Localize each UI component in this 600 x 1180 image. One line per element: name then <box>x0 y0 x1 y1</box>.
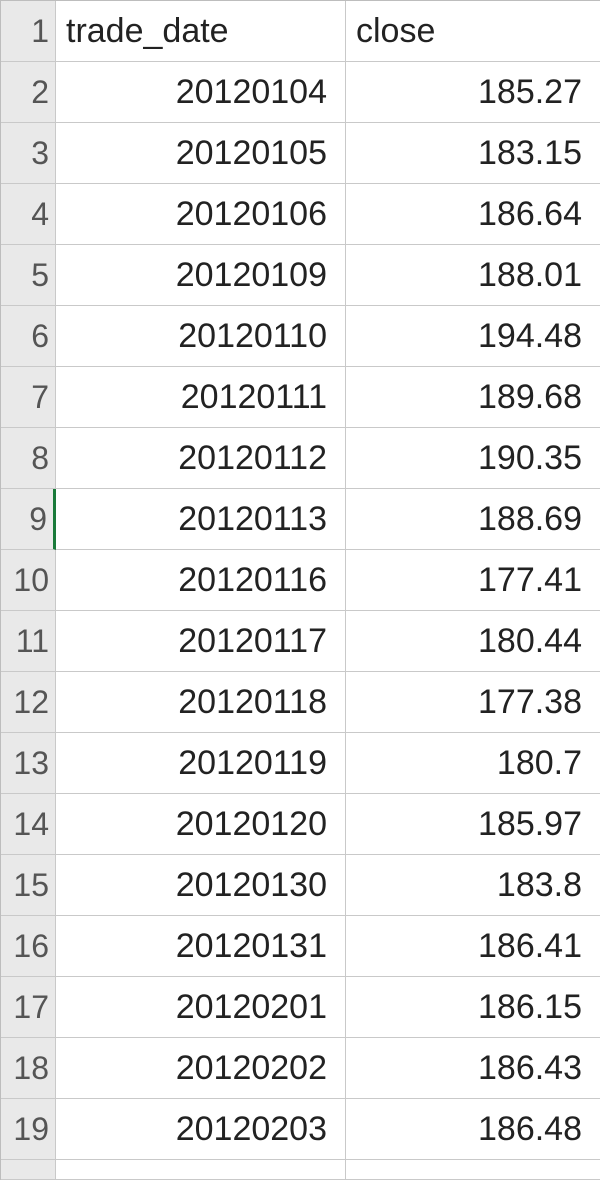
cell-trade-date[interactable]: 20120112 <box>56 428 346 489</box>
row-number[interactable]: 17 <box>1 977 56 1038</box>
cell-trade-date[interactable]: 20120203 <box>56 1099 346 1160</box>
cell-close[interactable]: 186.48 <box>346 1099 600 1160</box>
cell-trade-date[interactable]: 20120202 <box>56 1038 346 1099</box>
cell-close[interactable]: 186.41 <box>346 916 600 977</box>
cell-trade-date[interactable]: 20120106 <box>56 184 346 245</box>
cell-trade-date[interactable]: 20120104 <box>56 62 346 123</box>
cell-close[interactable]: 190.35 <box>346 428 600 489</box>
cell-close[interactable]: 189.68 <box>346 367 600 428</box>
row-number[interactable]: 5 <box>1 245 56 306</box>
row-number[interactable]: 10 <box>1 550 56 611</box>
row-number[interactable]: 4 <box>1 184 56 245</box>
cell-trade-date[interactable]: 20120105 <box>56 123 346 184</box>
partial-row <box>346 1160 600 1180</box>
cell-close[interactable]: 186.43 <box>346 1038 600 1099</box>
column-header[interactable]: trade_date <box>56 1 346 62</box>
cell-trade-date[interactable]: 20120113 <box>56 489 346 550</box>
spreadsheet-grid[interactable]: 1trade_dateclose 220120104185.27 320120105… <box>0 0 600 1180</box>
cell-trade-date[interactable]: 20120120 <box>56 794 346 855</box>
partial-row <box>56 1160 346 1180</box>
row-number[interactable]: 11 <box>1 611 56 672</box>
cell-close[interactable]: 183.15 <box>346 123 600 184</box>
cell-close[interactable]: 177.38 <box>346 672 600 733</box>
row-number[interactable]: 9 <box>1 489 56 550</box>
cell-close[interactable]: 185.97 <box>346 794 600 855</box>
cell-close[interactable]: 186.15 <box>346 977 600 1038</box>
cell-trade-date[interactable]: 20120111 <box>56 367 346 428</box>
cell-trade-date[interactable]: 20120119 <box>56 733 346 794</box>
cell-trade-date[interactable]: 20120109 <box>56 245 346 306</box>
cell-close[interactable]: 194.48 <box>346 306 600 367</box>
cell-trade-date[interactable]: 20120116 <box>56 550 346 611</box>
column-header[interactable]: close <box>346 1 600 62</box>
cell-close[interactable]: 180.44 <box>346 611 600 672</box>
cell-close[interactable]: 188.69 <box>346 489 600 550</box>
cell-close[interactable]: 185.27 <box>346 62 600 123</box>
row-number[interactable]: 2 <box>1 62 56 123</box>
cell-close[interactable]: 177.41 <box>346 550 600 611</box>
row-number[interactable]: 8 <box>1 428 56 489</box>
row-number[interactable]: 12 <box>1 672 56 733</box>
cell-close[interactable]: 180.7 <box>346 733 600 794</box>
row-number[interactable]: 1 <box>1 1 56 62</box>
partial-row <box>1 1160 56 1180</box>
row-number[interactable]: 19 <box>1 1099 56 1160</box>
cell-trade-date[interactable]: 20120131 <box>56 916 346 977</box>
row-number[interactable]: 16 <box>1 916 56 977</box>
cell-trade-date[interactable]: 20120130 <box>56 855 346 916</box>
row-number[interactable]: 13 <box>1 733 56 794</box>
cell-close[interactable]: 188.01 <box>346 245 600 306</box>
row-number[interactable]: 7 <box>1 367 56 428</box>
row-number[interactable]: 15 <box>1 855 56 916</box>
row-number[interactable]: 3 <box>1 123 56 184</box>
cell-close[interactable]: 186.64 <box>346 184 600 245</box>
cell-trade-date[interactable]: 20120201 <box>56 977 346 1038</box>
cell-trade-date[interactable]: 20120118 <box>56 672 346 733</box>
cell-close[interactable]: 183.8 <box>346 855 600 916</box>
cell-trade-date[interactable]: 20120110 <box>56 306 346 367</box>
row-number[interactable]: 6 <box>1 306 56 367</box>
cell-trade-date[interactable]: 20120117 <box>56 611 346 672</box>
row-number[interactable]: 14 <box>1 794 56 855</box>
row-number[interactable]: 18 <box>1 1038 56 1099</box>
